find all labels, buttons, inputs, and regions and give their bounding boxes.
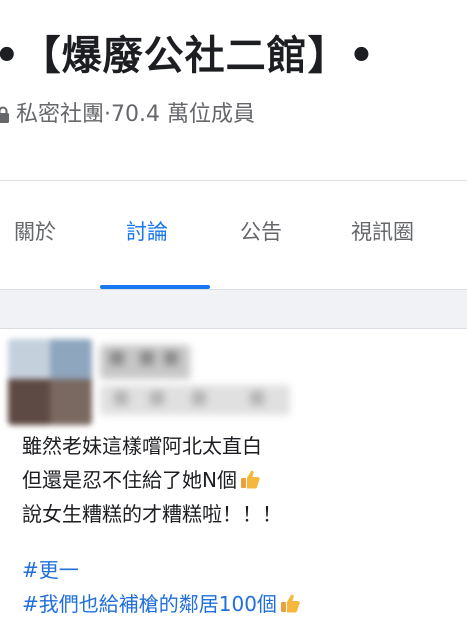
post-line: 但還是忍不住給了她N個: [22, 463, 452, 497]
author-name-redacted[interactable]: [100, 345, 190, 379]
meta-separator: ·: [104, 102, 112, 127]
thumbs-up-icon: [240, 470, 260, 489]
hashtag-text: #我們也給補槍的鄰居100個: [22, 592, 277, 616]
group-tabs: 關於 討論 公告 視訊圈: [0, 181, 467, 289]
thumbs-up-icon: [280, 594, 300, 613]
hashtag-list: #更一 #我們也給補槍的鄰居100個: [22, 553, 452, 621]
post-meta-redacted: [100, 385, 290, 415]
avatar[interactable]: [8, 339, 92, 425]
member-count[interactable]: 70.4 萬位成員: [111, 100, 255, 130]
tab-announcements[interactable]: 公告: [240, 217, 282, 247]
post-line: 說女生糟糕的才糟糕啦！！！: [22, 502, 282, 526]
tab-watch-party[interactable]: 視訊圈: [351, 217, 414, 247]
post-card: 雖然老妹這樣嚐阿北太直白 但還是忍不住給了她N個 說女生糟糕的才糟糕啦！！！ #…: [0, 329, 467, 625]
privacy-label: 私密社團: [16, 102, 105, 127]
group-header: •【爆廢公社二館】• 私密社團 · 70.4 萬位成員: [0, 0, 467, 180]
post-line: 雖然老妹這樣嚐阿北太直白: [22, 434, 262, 458]
hashtag-link[interactable]: #我們也給補槍的鄰居100個: [22, 587, 452, 621]
group-meta: 私密社團 · 70.4 萬位成員: [0, 100, 255, 130]
tab-discussion[interactable]: 討論: [126, 217, 168, 247]
post-text: 雖然老妹這樣嚐阿北太直白 但還是忍不住給了她N個 說女生糟糕的才糟糕啦！！！: [22, 429, 452, 531]
feed-gap: [0, 290, 467, 328]
lock-icon: [0, 106, 9, 123]
group-title[interactable]: •【爆廢公社二館】•: [0, 30, 467, 82]
hashtag-link[interactable]: #更一: [22, 553, 452, 587]
post-line-text: 但還是忍不住給了她N個: [22, 468, 237, 492]
facebook-group-page: •【爆廢公社二館】• 私密社團 · 70.4 萬位成員 關於 討論 公告 視訊圈: [0, 0, 467, 625]
tab-about[interactable]: 關於: [14, 217, 56, 247]
